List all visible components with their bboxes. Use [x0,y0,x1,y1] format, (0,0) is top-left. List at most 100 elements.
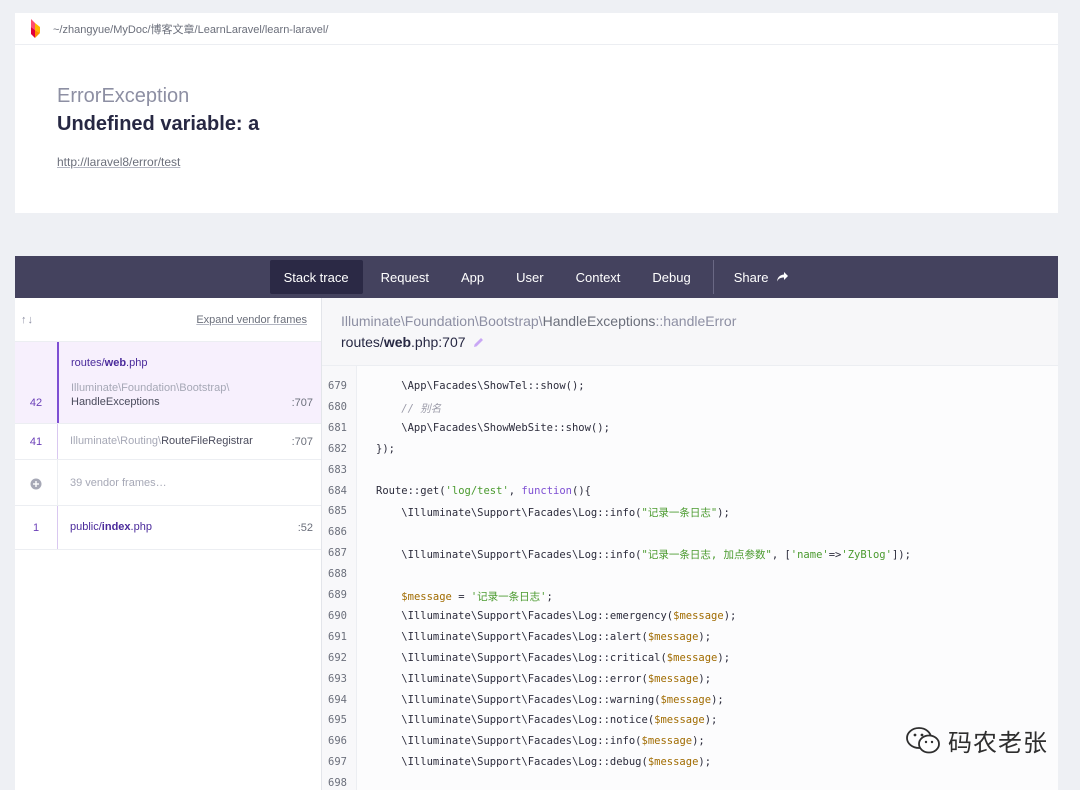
request-url-link[interactable]: http://laravel8/error/test [57,155,180,169]
code-text: \Illuminate\Support\Facades\Log::info("记… [376,507,730,520]
code-line: 684 Route::get('log/test', function(){ [322,481,1058,502]
exception-message: Undefined variable: a [57,113,260,135]
stack-frame[interactable]: 41 Illuminate\Routing\RouteFileRegistrar… [15,424,321,460]
code-text: \App\Facades\ShowTel::show(); [376,380,585,392]
stack-frames-list: ↑↓ Expand vendor frames 42 routes/web.ph… [15,298,322,790]
code-text: \App\Facades\ShowWebSite::show(); [376,421,610,434]
sort-arrows-icon[interactable]: ↑↓ [21,314,34,326]
code-line: 681 \App\Facades\ShowWebSite::show(); [322,418,1058,439]
line-number: 691 [328,630,347,643]
plus-circle-icon [30,477,42,490]
code-line: 682}); [322,439,1058,460]
code-text: \Illuminate\Support\Facades\Log::notice(… [376,714,718,727]
tab-app[interactable]: App [447,260,498,294]
code-line: 698 [322,773,1058,790]
code-text: \Illuminate\Support\Facades\Log::alert($… [376,630,712,643]
frame-body: Illuminate\Routing\RouteFileRegistrar :7… [57,424,321,459]
stack-frame-selected[interactable]: 42 routes/web.php Illuminate\Foundation\… [15,342,321,424]
project-path: ~/zhangyue/MyDoc/博客文章/LearnLaravel/learn… [53,23,329,36]
code-text: $message = '记录一条日志'; [401,591,553,603]
code-text: \Illuminate\Support\Facades\Log::error($… [376,672,712,685]
code-text: Route::get('log/test', function(){ [376,484,591,497]
code-line: 680 // 别名 [322,397,1058,418]
frame-body: 39 vendor frames… [57,460,321,505]
line-number: 679 [328,380,347,392]
code-line: 688 [322,564,1058,585]
line-number: 693 [328,672,347,685]
code-header: Illuminate\Foundation\Bootstrap\HandleEx… [322,298,1058,366]
stack-list-header: ↑↓ Expand vendor frames [15,298,321,342]
vendor-frames-collapsed[interactable]: 39 vendor frames… [15,460,321,506]
code-line: 689 $message = '记录一条日志'; [322,585,1058,606]
line-number: 697 [328,756,347,769]
code-file-name: routes/web .php:707 [341,334,485,350]
path-bar: ~/zhangyue/MyDoc/博客文章/LearnLaravel/learn… [15,13,1058,45]
share-button[interactable]: Share [720,260,804,294]
code-line: 691 \Illuminate\Support\Facades\Log::ale… [322,627,1058,648]
pencil-edit-icon[interactable] [472,336,485,349]
line-number: 681 [328,421,347,434]
vendor-frames-label: 39 vendor frames… [70,477,167,489]
error-header-card: ~/zhangyue/MyDoc/博客文章/LearnLaravel/learn… [15,13,1058,213]
line-number: 694 [328,693,347,706]
line-number: 683 [328,463,347,476]
stack-frame[interactable]: 1 public/index.php :52 [15,506,321,550]
code-line: 679 \App\Facades\ShowTel::show(); [322,376,1058,397]
tab-debug[interactable]: Debug [638,260,704,294]
watermark-text: 码农老张 [948,730,1048,757]
line-number: 686 [328,526,347,539]
tab-bar: Stack trace Request App User Context Deb… [15,256,1058,298]
frame-file: routes/web.php [71,357,148,369]
frame-line: :707 [291,436,313,448]
frame-number: 42 [29,397,43,409]
main-panel: Stack trace Request App User Context Deb… [15,256,1058,790]
code-line: 683 [322,460,1058,481]
code-text: \Illuminate\Support\Facades\Log::warning… [376,693,724,706]
code-viewer: Illuminate\Foundation\Bootstrap\HandleEx… [322,298,1058,790]
tab-stack-trace[interactable]: Stack trace [269,260,363,294]
code-line: 685 \Illuminate\Support\Facades\Log::inf… [322,501,1058,522]
share-arrow-icon [776,271,789,283]
code-text: \Illuminate\Support\Facades\Log::debug($… [376,756,712,769]
line-number: 680 [328,400,347,413]
exception-class: ErrorException [57,85,190,107]
line-number: 690 [328,609,347,622]
ignition-logo-icon [29,18,43,39]
code-line: 686 [322,522,1058,543]
tab-user[interactable]: User [502,260,557,294]
line-number: 698 [328,777,347,790]
frame-class: Illuminate\Routing\RouteFileRegistrar [70,435,253,447]
code-line: 687 \Illuminate\Support\Facades\Log::inf… [322,543,1058,564]
watermark: 码农老张 [904,723,1048,758]
frame-line: :52 [297,522,313,534]
frame-method-signature: Illuminate\Foundation\Bootstrap\HandleEx… [341,313,737,329]
code-text: \Illuminate\Support\Facades\Log::critica… [376,651,731,664]
frame-function: HandleExceptions [71,396,160,408]
line-number: 692 [328,651,347,664]
tab-request[interactable]: Request [367,260,443,294]
tab-context[interactable]: Context [562,260,635,294]
line-number: 682 [328,442,347,455]
frame-number: 41 [29,436,43,448]
code-text: }); [376,442,395,455]
code-line: 694 \Illuminate\Support\Facades\Log::war… [322,690,1058,711]
frame-class: Illuminate\Foundation\Bootstrap\ [71,382,230,394]
frame-line: :707 [291,397,313,409]
frame-body: public/index.php :52 [57,506,321,549]
frame-body: routes/web.php Illuminate\Foundation\Boo… [57,342,321,423]
code-line: 692 \Illuminate\Support\Facades\Log::cri… [322,648,1058,669]
line-number: 684 [328,484,347,497]
frame-file: public/index.php [70,521,152,533]
wechat-icon [904,725,944,757]
code-text: // 别名 [376,402,442,415]
frame-number: 1 [32,522,40,534]
code-line: 690 \Illuminate\Support\Facades\Log::eme… [322,606,1058,627]
tab-separator [712,260,714,294]
expand-vendor-frames-link[interactable]: Expand vendor frames [196,314,307,326]
line-number: 695 [328,714,347,727]
code-text: \Illuminate\Support\Facades\Log::info($m… [376,735,705,748]
line-number: 687 [328,547,347,560]
line-number: 688 [328,568,347,581]
line-number: 685 [328,505,347,518]
share-label: Share [733,269,769,285]
